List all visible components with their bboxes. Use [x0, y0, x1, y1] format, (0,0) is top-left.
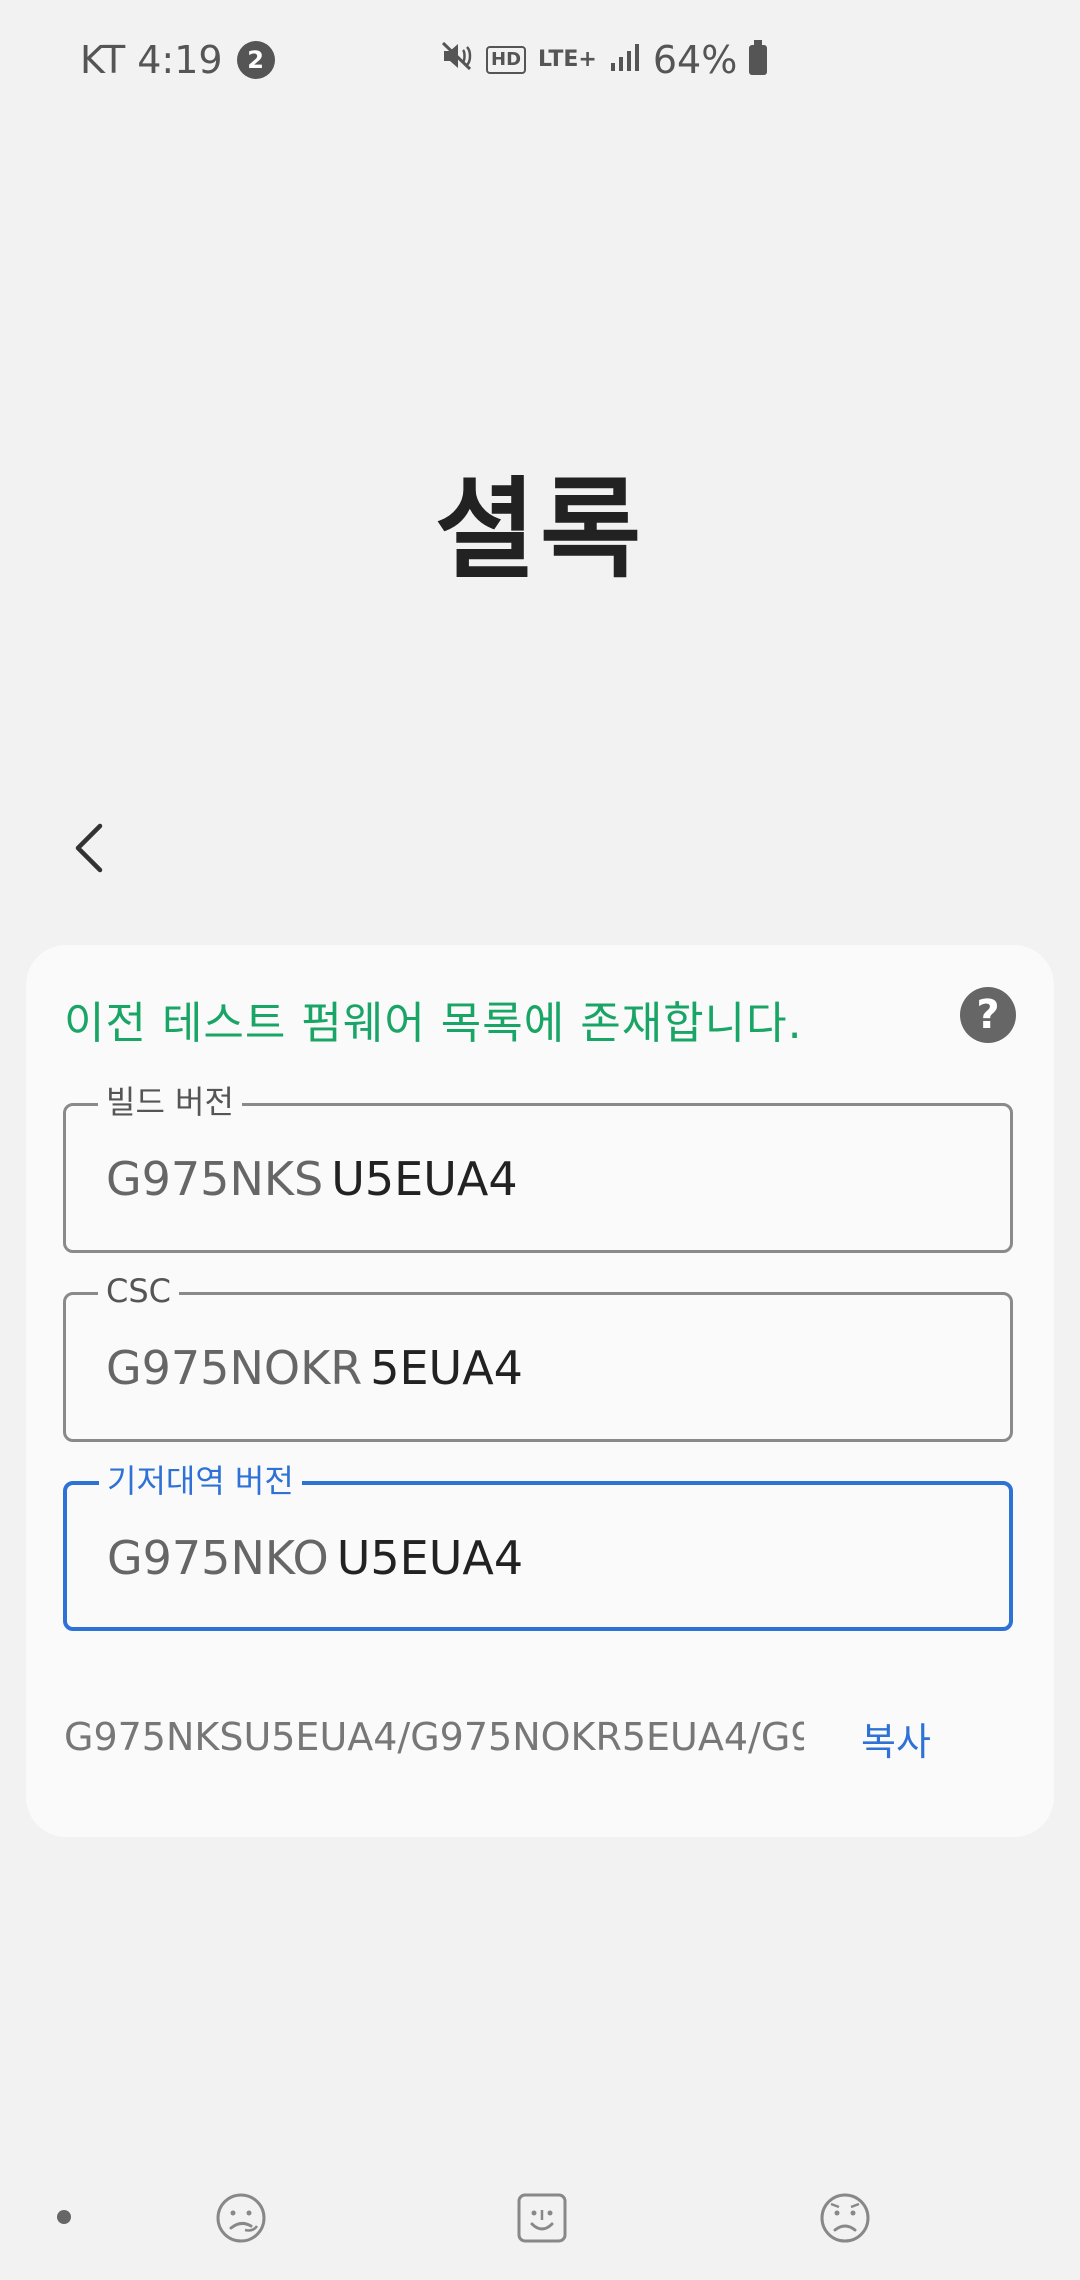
baseband-version-field[interactable]: 기저대역 버전 G975NKO U5EUA4: [63, 1461, 1013, 1631]
copy-button[interactable]: 복사: [861, 1711, 931, 1766]
csc-field[interactable]: CSC G975NOKR 5EUA4: [63, 1271, 1013, 1442]
frown-face-icon[interactable]: [213, 2190, 269, 2246]
notification-badge: 2: [236, 41, 275, 79]
signal-icon: [609, 38, 641, 82]
status-message: 이전 테스트 펌웨어 목록에 존재합니다.: [64, 998, 803, 1049]
build-version-field[interactable]: 빌드 버전 G975NKS U5EUA4: [63, 1082, 1013, 1253]
status-bar-left: KT 4:19 2: [80, 38, 275, 82]
firmware-card: 이전 테스트 펌웨어 목록에 존재합니다. ? 빌드 버전 G975NKS U5E…: [26, 945, 1054, 1837]
battery-icon: [749, 40, 768, 75]
build-version-value: G975NKS U5EUA4: [106, 1152, 518, 1206]
smile-face-icon[interactable]: [514, 2190, 570, 2246]
carrier-time: KT 4:19: [80, 38, 223, 82]
baseband-version-label: 기저대역 버전: [99, 1461, 302, 1501]
page-indicator-dot: [57, 2210, 71, 2224]
csc-input[interactable]: 5EUA4: [370, 1341, 523, 1395]
baseband-version-value: G975NKO U5EUA4: [107, 1531, 523, 1585]
status-bar: KT 4:19 2 HD LTE+ 64%: [0, 0, 1080, 130]
build-version-label: 빌드 버전: [98, 1082, 242, 1122]
csc-prefix: G975NOKR: [106, 1341, 363, 1395]
baseband-version-input[interactable]: U5EUA4: [337, 1531, 523, 1585]
unhappy-face-icon[interactable]: [817, 2190, 873, 2246]
status-bar-right: HD LTE+ 64%: [440, 38, 768, 82]
battery-percent: 64%: [652, 38, 738, 82]
back-button[interactable]: [50, 810, 130, 890]
baseband-version-prefix: G975NKO: [107, 1531, 329, 1585]
build-version-prefix: G975NKS: [106, 1152, 324, 1206]
network-type: LTE+: [538, 47, 597, 72]
page-title: 셜록: [434, 466, 646, 594]
back-icon: [70, 818, 110, 882]
build-version-input[interactable]: U5EUA4: [331, 1152, 517, 1206]
mute-icon: [440, 38, 474, 82]
csc-value: G975NOKR 5EUA4: [106, 1341, 523, 1395]
csc-label: CSC: [98, 1271, 179, 1311]
help-icon[interactable]: ?: [960, 987, 1016, 1043]
combined-version-text: G975NKSU5EUA4/G975NOKR5EUA4/G975NKOU5EUA…: [64, 1715, 804, 1759]
bottom-bar: [0, 2160, 1080, 2280]
hd-voice-icon: HD: [486, 46, 527, 74]
